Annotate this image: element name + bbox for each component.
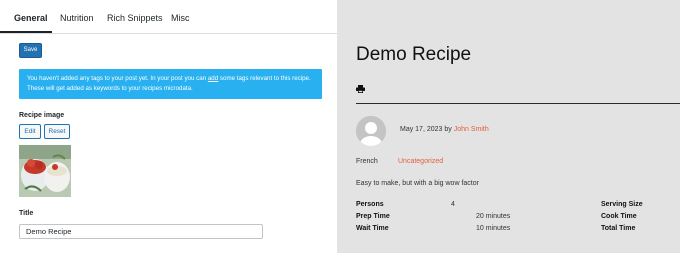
- tab-general[interactable]: General: [14, 13, 48, 23]
- recipe-photo: [19, 145, 71, 197]
- preview-recipe-title: Demo Recipe: [356, 44, 472, 65]
- recipe-image-thumbnail[interactable]: [19, 145, 71, 197]
- stat-value-wait-time: 10 minutes: [476, 225, 511, 232]
- recipe-image-label: Recipe image: [19, 112, 65, 119]
- category-link[interactable]: Uncategorized: [398, 158, 443, 165]
- by-label: by: [444, 126, 452, 133]
- title-input[interactable]: [19, 224, 263, 239]
- stat-value-persons: 4: [451, 201, 455, 208]
- stat-label-total-time: Total Time: [601, 225, 636, 232]
- author-avatar: [356, 116, 386, 146]
- recipe-description: Easy to make, but with a big wow factor: [356, 180, 479, 187]
- cuisine-label: French: [356, 158, 378, 165]
- add-tags-link[interactable]: add: [208, 75, 218, 82]
- tab-nutrition[interactable]: Nutrition: [60, 13, 94, 23]
- save-button[interactable]: Save: [19, 43, 42, 58]
- post-date: May 17, 2023: [400, 126, 443, 133]
- title-label: Title: [19, 210, 34, 217]
- stat-label-serving-size: Serving Size: [601, 201, 643, 208]
- preview-divider: [356, 103, 680, 104]
- reset-image-button[interactable]: Reset: [44, 124, 70, 139]
- recipe-editor-panel: General Nutrition Rich Snippets Misc Sav…: [0, 0, 337, 253]
- notice-text-before: You haven't added any tags to your post …: [27, 75, 208, 82]
- stat-label-cook-time: Cook Time: [601, 213, 637, 220]
- author-link[interactable]: John Smith: [454, 126, 489, 133]
- active-tab-indicator: [0, 31, 52, 33]
- tab-rich-snippets[interactable]: Rich Snippets: [107, 13, 163, 23]
- stat-label-persons: Persons: [356, 201, 384, 208]
- edit-image-button[interactable]: Edit: [19, 124, 41, 139]
- stat-label-wait-time: Wait Time: [356, 225, 389, 232]
- post-meta: May 17, 2023 by John Smith: [400, 126, 489, 133]
- avatar-placeholder-icon: [356, 116, 386, 146]
- print-icon[interactable]: [356, 85, 365, 93]
- editor-tabs: General Nutrition Rich Snippets Misc: [0, 0, 337, 34]
- tab-misc[interactable]: Misc: [171, 13, 190, 23]
- stat-value-prep-time: 20 minutes: [476, 213, 511, 220]
- tags-notice: You haven't added any tags to your post …: [19, 69, 322, 99]
- stat-label-prep-time: Prep Time: [356, 213, 390, 220]
